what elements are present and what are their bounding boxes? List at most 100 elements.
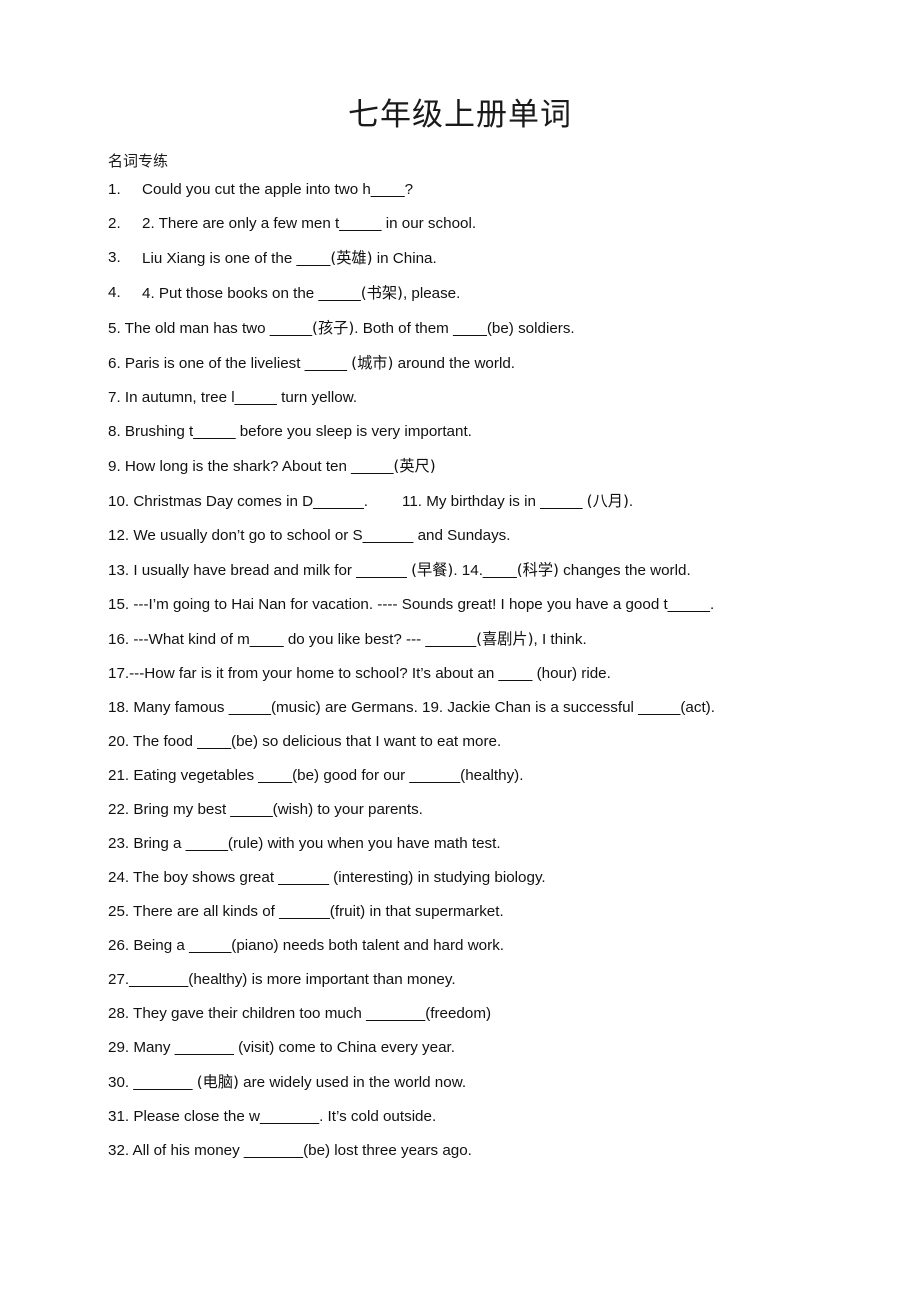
question-text: 7. In autumn, tree l [108, 389, 235, 406]
question-item: 15. ---I’m going to Hai Nan for vacation… [108, 588, 812, 622]
question-item: 16. ---What kind of m____ do you like be… [108, 622, 812, 657]
question-text: (interesting) in studying biology. [328, 869, 546, 886]
question-item: 21. Eating vegetables ____(be) good for … [108, 759, 812, 793]
question-text: , please. [402, 285, 461, 302]
answer-blank: ______ [362, 527, 414, 544]
answer-blank: _____ [185, 835, 228, 852]
question-text: before you sleep is very important. [235, 423, 472, 440]
answer-blank: ____ [197, 733, 232, 750]
question-text: 26. Being a [108, 937, 190, 954]
question-text: 13. I usually have bread and milk for [108, 562, 357, 579]
question-text: 8. Brushing t [108, 423, 194, 440]
answer-blank: _______ [366, 1005, 426, 1022]
question-text: (be) soldiers. [486, 320, 575, 337]
question-text: 11. My birthday is in [402, 493, 541, 510]
question-list: 1. Could you cut the apple into two h____… [108, 173, 812, 1168]
question-item: 3. Liu Xiang is one of the ____(英雄) in Ch… [108, 241, 812, 276]
question-item: 24. The boy shows great ______ (interest… [108, 861, 812, 895]
question-text: . Both of them [354, 320, 454, 337]
document-page: 七年级上册单词 名词专练 1. Could you cut the apple i… [0, 0, 920, 1302]
question-text: 30. [108, 1074, 134, 1091]
question-text: (wish) to your parents. [272, 801, 423, 818]
question-text: . It’s cold outside. [319, 1108, 437, 1125]
question-item: 2. 2. There are only a few men t_____ in … [108, 207, 812, 241]
answer-blank: _______ [174, 1039, 234, 1056]
question-text: 9. How long is the shark? About ten [108, 458, 352, 475]
question-text: turn yellow. [276, 389, 358, 406]
question-text: (music) are Germans. 19. Jackie Chan is … [270, 699, 639, 716]
question-item: 25. There are all kinds of ______(fruit)… [108, 895, 812, 929]
chinese-hint: (喜剧片) [476, 630, 534, 648]
question-text: Liu Xiang is one of the [142, 250, 297, 267]
question-text: (rule) with you when you have math test. [227, 835, 501, 852]
answer-blank: ______ [278, 869, 329, 886]
question-text: 32. All of his money [108, 1142, 244, 1159]
question-text: (fruit) in that supermarket. [329, 903, 504, 920]
question-item: 5. The old man has two _____(孩子). Both o… [108, 311, 812, 346]
question-text: 4. Put those books on the [142, 285, 319, 302]
question-text: around the world. [393, 355, 515, 372]
question-text: 29. Many [108, 1039, 175, 1056]
question-text: are widely used in the world now. [238, 1074, 467, 1091]
question-text: 23. Bring a [108, 835, 186, 852]
question-item: 6. Paris is one of the liveliest _____ (… [108, 346, 812, 381]
question-text: and Sundays. [413, 527, 511, 544]
answer-blank: _____ [351, 458, 394, 475]
question-item: 23. Bring a _____(rule) with you when yo… [108, 827, 812, 861]
question-text: 15. ---I’m going to Hai Nan for vacation… [108, 596, 668, 613]
question-text: . [628, 493, 634, 510]
question-text: (healthy) is more important than money. [188, 971, 456, 988]
question-text: in our school. [381, 215, 477, 232]
chinese-hint: (英尺) [393, 457, 436, 475]
question-text: 22. Bring my best [108, 801, 231, 818]
question-item: 28. They gave their children too much __… [108, 997, 812, 1031]
question-text: . [709, 596, 715, 613]
question-item: 29. Many _______ (visit) come to China e… [108, 1031, 812, 1065]
answer-blank: _______ [133, 1074, 193, 1091]
question-text: 6. Paris is one of the liveliest [108, 355, 305, 372]
question-item: 30. _______ (电脑) are widely used in the … [108, 1065, 812, 1100]
question-item: 18. Many famous _____(music) are Germans… [108, 691, 812, 725]
question-item: 1. Could you cut the apple into two h____… [108, 173, 812, 207]
answer-blank: _____ [189, 937, 232, 954]
answer-blank: _______ [129, 971, 189, 988]
answer-blank: ____ [498, 665, 533, 682]
question-item: 32. All of his money _______(be) lost th… [108, 1134, 812, 1168]
question-text: 24. The boy shows great [108, 869, 279, 886]
question-text: (freedom) [425, 1005, 492, 1022]
question-number: 3. [108, 249, 121, 266]
answer-blank: _______ [243, 1142, 304, 1159]
section-label: 名词专练 [108, 154, 169, 170]
question-item: 31. Please close the w_______. It’s cold… [108, 1100, 812, 1134]
question-text: 17.---How far is it from your home to sc… [108, 665, 499, 682]
answer-blank: ______ [279, 903, 330, 920]
answer-blank: ____ [482, 562, 517, 579]
answer-blank: _____ [667, 596, 710, 613]
chinese-hint: (书架) [360, 284, 403, 302]
answer-blank: _____ [269, 320, 313, 337]
question-text: , I think. [533, 631, 587, 648]
answer-blank: _____ [304, 355, 347, 372]
answer-blank: _____ [540, 493, 583, 510]
answer-blank: _____ [228, 699, 271, 716]
answer-blank: _____ [318, 285, 361, 302]
question-text: 25. There are all kinds of [108, 903, 280, 920]
answer-blank: ______ [356, 562, 407, 579]
question-item: 12. We usually don’t go to school or S__… [108, 519, 812, 553]
question-text: 16. ---What kind of m [108, 631, 250, 648]
question-item: 4. 4. Put those books on the _____(书架), p… [108, 276, 812, 311]
question-number: 1. [108, 181, 121, 198]
chinese-hint: (城市) [351, 354, 394, 372]
chinese-hint: (八月) [586, 492, 629, 510]
answer-blank: ____ [370, 181, 405, 198]
question-item: 27._______(healthy) is more important th… [108, 963, 812, 997]
document-content: 七年级上册单词 名词专练 1. Could you cut the apple i… [108, 0, 812, 1168]
question-item: 17.---How far is it from your home to sc… [108, 657, 812, 691]
question-text: 2. There are only a few men t [142, 215, 340, 232]
question-text: . 14. [453, 562, 483, 579]
question-text: 18. Many famous [108, 699, 229, 716]
question-number: 4. [108, 284, 121, 301]
answer-blank: _____ [638, 699, 681, 716]
question-text: (visit) come to China every year. [233, 1039, 455, 1056]
answer-blank: ______ [313, 493, 364, 510]
